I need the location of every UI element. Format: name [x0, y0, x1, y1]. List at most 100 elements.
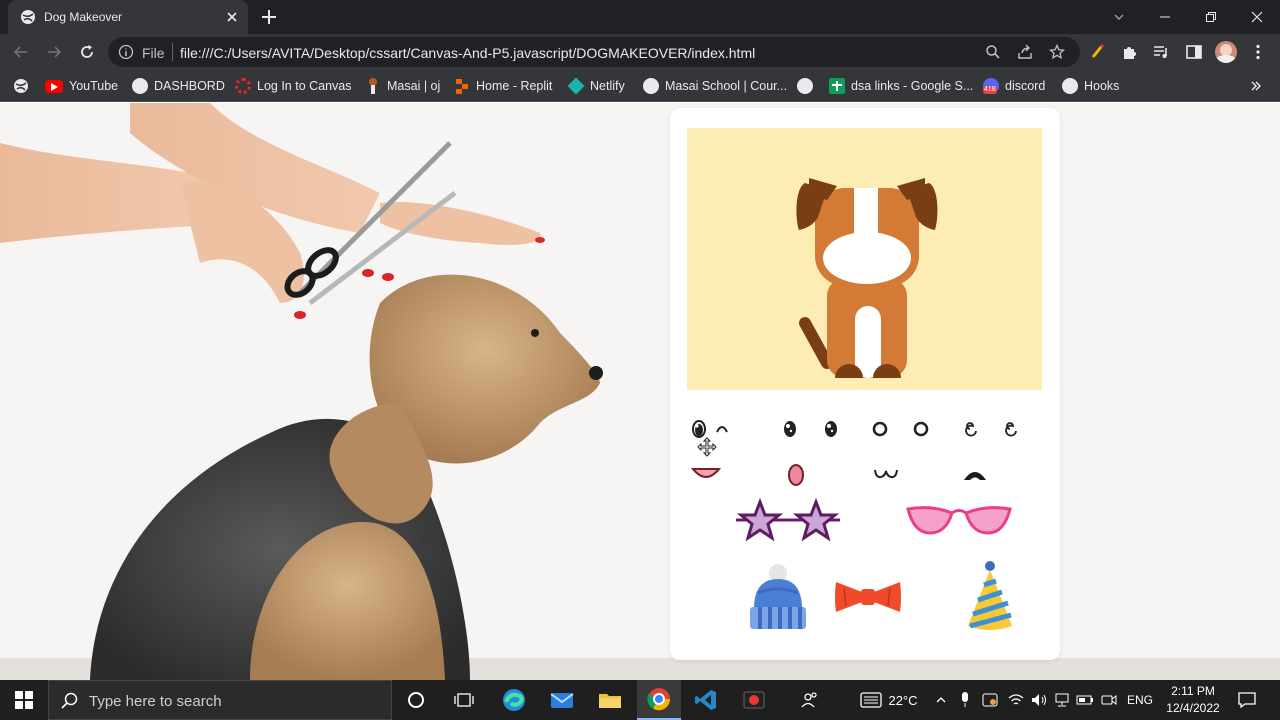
clock-time: 2:11 PM: [1171, 684, 1215, 698]
blue-beanie-option[interactable]: [748, 563, 808, 631]
star-glasses-option[interactable]: [732, 498, 844, 546]
bookmark-dashbord[interactable]: DASHBORD: [132, 77, 225, 95]
bookmark-replit[interactable]: Home - Replit: [454, 77, 552, 95]
screen-recorder-icon[interactable]: [735, 680, 773, 720]
microphone-icon[interactable]: [955, 680, 975, 720]
cortana-icon[interactable]: [397, 680, 435, 720]
pen-extension-icon[interactable]: [1089, 43, 1107, 61]
kebab-menu-icon[interactable]: [1249, 43, 1267, 61]
profile-avatar[interactable]: [1215, 41, 1237, 63]
network-pc-icon[interactable]: [1051, 680, 1073, 720]
vscode-icon[interactable]: [687, 680, 725, 720]
address-divider: [172, 43, 173, 61]
task-view-icon[interactable]: [445, 680, 483, 720]
language-indicator[interactable]: ENG: [1124, 680, 1156, 720]
minimize-window-icon[interactable]: [1142, 0, 1188, 34]
bookmark-youtube[interactable]: YouTube: [45, 77, 118, 95]
bookmark-label: Masai School | Cour...: [665, 79, 788, 93]
address-bar[interactable]: File file:///C:/Users/AVITA/Desktop/cssa…: [108, 37, 1080, 67]
mail-icon[interactable]: [543, 680, 581, 720]
bookmark-netlify[interactable]: Netlify: [567, 77, 625, 95]
share-icon[interactable]: [1017, 44, 1033, 60]
youtube-icon: [45, 79, 63, 93]
globe-icon: [132, 78, 148, 94]
bookmark-label: Home - Replit: [476, 79, 553, 93]
mouth-open-dark-option[interactable]: [961, 466, 989, 484]
tab-strip: Dog Makeover: [0, 0, 1280, 34]
tray-chevron-up-icon[interactable]: [931, 680, 951, 720]
close-tab-icon[interactable]: [224, 9, 240, 25]
canvas-icon: [235, 78, 251, 94]
windows-taskbar: Type here to search 22°C ENG 2:11 PM 12/…: [0, 680, 1280, 720]
forward-arrow-icon[interactable]: [43, 41, 65, 63]
bookmark-star-icon[interactable]: [1049, 44, 1065, 60]
weather-widget[interactable]: 22°C: [854, 680, 924, 720]
volume-icon[interactable]: [1028, 680, 1050, 720]
close-window-icon[interactable]: [1234, 0, 1280, 34]
new-tab-plus-icon[interactable]: [260, 8, 278, 26]
language-label: ENG: [1126, 693, 1153, 707]
dog-canvas[interactable]: [687, 128, 1042, 390]
address-url[interactable]: file:///C:/Users/AVITA/Desktop/cssart/Ca…: [180, 45, 755, 61]
globe-icon: [1062, 78, 1078, 94]
tab-search-chevron-icon[interactable]: [1096, 0, 1142, 34]
red-bowtie-option[interactable]: [832, 578, 904, 616]
extensions-puzzle-icon[interactable]: [1121, 43, 1139, 61]
bookmark-discord[interactable]: 418 discord: [983, 77, 1045, 95]
weather-temp: 22°C: [888, 692, 918, 708]
edge-browser-icon[interactable]: [495, 680, 533, 720]
mouth-smile-tongue-option[interactable]: [691, 463, 721, 485]
makeover-card: [670, 108, 1060, 660]
zoom-search-icon[interactable]: [985, 44, 1001, 60]
bookmark-masai-oj[interactable]: Masai | oj: [365, 77, 440, 95]
restore-window-icon[interactable]: [1188, 0, 1234, 34]
dog-illustration: [796, 178, 938, 378]
mouth-cat-w-option[interactable]: [873, 466, 899, 482]
back-arrow-icon[interactable]: [10, 41, 32, 63]
mouth-pink-oval-option[interactable]: [786, 462, 806, 488]
security-shield-icon[interactable]: [979, 680, 1001, 720]
taskbar-search-box[interactable]: Type here to search: [48, 680, 392, 720]
eyes-spiral-option[interactable]: [961, 418, 1021, 440]
chrome-taskbar-icon[interactable]: [637, 680, 681, 720]
move-cursor-icon: [697, 437, 717, 457]
tab-title: Dog Makeover: [44, 10, 123, 24]
clock[interactable]: 2:11 PM 12/4/2022: [1160, 680, 1226, 720]
discord-icon: 418: [983, 78, 999, 94]
meet-now-icon[interactable]: [1098, 680, 1120, 720]
party-hat-option[interactable]: [964, 560, 1016, 634]
bookmark-globe-untitled[interactable]: [797, 77, 813, 95]
eyes-shiny-pair-option[interactable]: [782, 418, 838, 440]
globe-icon: [797, 78, 813, 94]
apps-globe-icon[interactable]: [13, 78, 29, 94]
media-control-icon[interactable]: [1152, 43, 1170, 61]
replit-icon: [454, 78, 470, 94]
windows-start-icon[interactable]: [0, 680, 48, 720]
site-info-icon[interactable]: [118, 44, 134, 60]
reload-icon[interactable]: [76, 41, 98, 63]
bookmark-label: Masai | oj: [387, 79, 441, 93]
bookmark-label: discord: [1005, 79, 1046, 93]
globe-icon: [21, 10, 35, 24]
bookmark-hooks[interactable]: Hooks: [1062, 77, 1119, 95]
file-explorer-icon[interactable]: [591, 680, 629, 720]
notifications-icon[interactable]: [1232, 680, 1262, 720]
bookmark-masai-school[interactable]: Masai School | Cour...: [643, 77, 787, 95]
bookmark-canvas[interactable]: Log In to Canvas: [235, 77, 352, 95]
netlify-icon: [567, 77, 585, 95]
bookmark-label: YouTube: [69, 79, 119, 93]
wifi-icon[interactable]: [1005, 680, 1027, 720]
dog-grooming-photo: [0, 103, 1280, 680]
bookmark-label: Log In to Canvas: [257, 79, 352, 93]
people-icon[interactable]: [792, 680, 828, 720]
more-bookmarks-chevron-icon[interactable]: [1250, 80, 1262, 92]
eyes-open-circles-option[interactable]: [871, 418, 931, 440]
search-icon: [61, 692, 78, 709]
browser-tab[interactable]: Dog Makeover: [8, 0, 248, 34]
side-panel-icon[interactable]: [1185, 43, 1203, 61]
pink-cat-eye-glasses-option[interactable]: [906, 503, 1012, 539]
page-content: [0, 103, 1280, 680]
bookmark-dsa-links[interactable]: dsa links - Google S...: [829, 77, 973, 95]
battery-icon[interactable]: [1074, 680, 1096, 720]
bookmark-label: dsa links - Google S...: [851, 79, 974, 93]
